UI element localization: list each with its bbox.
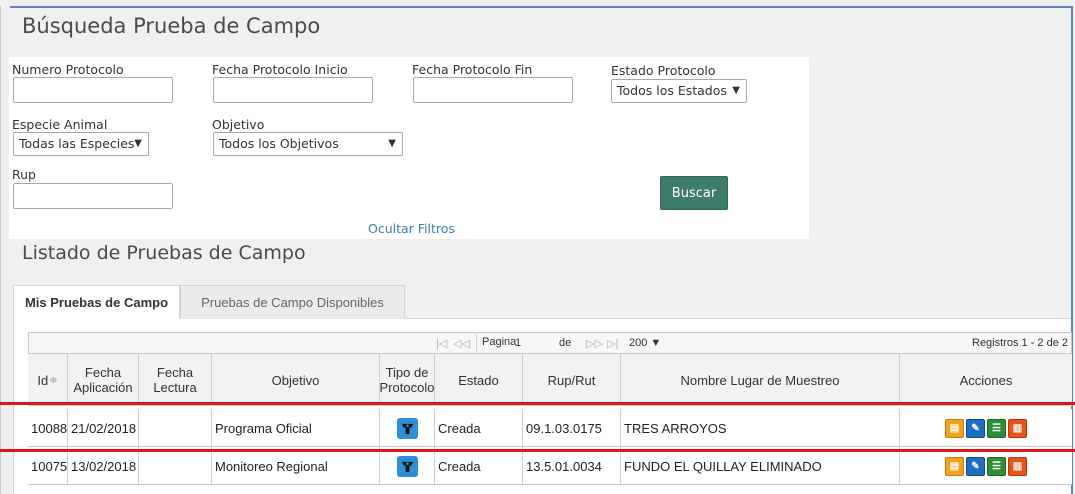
fecha-inicio-label: Fecha Protocolo Inicio (212, 62, 348, 77)
cell-rup: 09.1.03.0175 (523, 409, 621, 447)
cell-estado: Creada (435, 447, 523, 485)
numero-protocolo-input[interactable] (13, 77, 173, 103)
cell-tipo-protocolo (380, 409, 435, 447)
cell-objetivo: Monitoreo Regional (212, 447, 380, 485)
fecha-fin-input[interactable] (413, 77, 573, 103)
table-bottom-border (28, 484, 1072, 485)
view-icon[interactable]: ☰ (987, 418, 1006, 438)
dropdown-arrow-icon: ▼ (388, 138, 396, 149)
especie-animal-label: Especie Animal (12, 117, 108, 132)
col-lugar-header[interactable]: Nombre Lugar de Muestreo (621, 354, 900, 406)
cell-acciones: ▤ ✎ ☰ ▥ (900, 409, 1072, 447)
estado-protocolo-value: Todos los Estados (617, 83, 727, 98)
tab-pruebas-disponibles[interactable]: Pruebas de Campo Disponibles (180, 285, 405, 320)
fecha-inicio-input[interactable] (213, 77, 373, 103)
page-title: Búsqueda Prueba de Campo (22, 14, 321, 38)
col-acciones-header: Acciones (959, 372, 1013, 388)
cell-rup: 13.5.01.0034 (523, 447, 621, 485)
cell-fecha-aplicacion: 13/02/2018 (68, 447, 139, 485)
highlight-line-top (0, 402, 1075, 405)
page-size-value: 200 (629, 337, 648, 349)
cell-fecha-lectura (139, 409, 212, 447)
cell-lugar: TRES ARROYOS (621, 409, 900, 447)
table-row: 10088 21/02/2018 Programa Oficial Creada… (28, 409, 1072, 447)
cell-fecha-aplicacion: 21/02/2018 (68, 409, 139, 447)
pager: |◁ ◁◁ Pagina 1 de ▷▷ ▷| 200 ▼ Registros … (28, 332, 1072, 354)
col-id-header[interactable]: Id ≑ (28, 354, 68, 406)
buscar-button[interactable]: Buscar (660, 176, 728, 210)
highlight-line-bottom (0, 449, 1075, 452)
tabs-bar: Mis Pruebas de Campo Pruebas de Campo Di… (13, 285, 1071, 320)
rup-input[interactable] (13, 183, 173, 209)
sort-icon: ≑ (49, 374, 58, 386)
col-tipo-protocolo-header[interactable]: Tipo de Protocolo (380, 354, 435, 406)
frame-top-border (10, 6, 1073, 8)
grid-header: Id ≑ Fecha Aplicación Fecha Lectura Objet… (28, 354, 1072, 406)
page-label: Pagina (476, 334, 518, 352)
next-page-icon[interactable]: ▷▷ (586, 337, 603, 350)
protocol-type-icon[interactable] (396, 455, 418, 477)
numero-protocolo-label: Numero Protocolo (12, 62, 124, 77)
pdf-icon[interactable]: ▤ (945, 418, 964, 438)
col-estado-header[interactable]: Estado (435, 354, 523, 406)
cell-fecha-lectura (139, 447, 212, 485)
page-number[interactable]: 1 (515, 337, 521, 349)
col-fecha-aplicacion-header[interactable]: Fecha Aplicación (68, 354, 139, 406)
page-size-select[interactable]: 200 ▼ (629, 337, 661, 349)
col-id-label: Id (37, 372, 49, 388)
especie-animal-value: Todas las Especies (19, 136, 135, 151)
especie-animal-select[interactable]: Todas las Especies ▼ (13, 132, 149, 156)
protocol-type-icon[interactable] (396, 417, 418, 439)
pdf-icon[interactable]: ▤ (945, 456, 964, 476)
tab-mis-pruebas[interactable]: Mis Pruebas de Campo (13, 285, 180, 320)
list-title: Listado de Pruebas de Campo (22, 242, 306, 264)
delete-icon[interactable]: ▥ (1008, 418, 1027, 438)
estado-protocolo-label: Estado Protocolo (611, 63, 716, 78)
cell-objetivo: Programa Oficial (212, 409, 380, 447)
last-page-icon[interactable]: ▷| (607, 337, 618, 350)
objetivo-select[interactable]: Todos los Objetivos ▼ (213, 132, 403, 156)
first-page-icon[interactable]: |◁ (436, 337, 447, 350)
col-rup-header[interactable]: Rup/Rut (523, 354, 621, 406)
of-label: de (559, 337, 572, 349)
dropdown-arrow-icon: ▼ (732, 85, 740, 96)
prev-page-icon[interactable]: ◁◁ (453, 337, 470, 350)
hide-filters-link[interactable]: Ocultar Filtros (368, 221, 455, 236)
cell-estado: Creada (435, 409, 523, 447)
col-objetivo-header[interactable]: Objetivo (212, 354, 380, 406)
dropdown-arrow-icon: ▼ (650, 337, 662, 349)
cell-lugar: FUNDO EL QUILLAY ELIMINADO (621, 447, 900, 485)
frame-left-border (0, 6, 1, 494)
objetivo-label: Objetivo (212, 117, 265, 132)
estado-protocolo-select[interactable]: Todos los Estados ▼ (611, 79, 747, 103)
cell-tipo-protocolo (380, 447, 435, 485)
cell-id: 10088 (28, 409, 68, 447)
table-row: 10075 13/02/2018 Monitoreo Regional Crea… (28, 447, 1072, 485)
objetivo-value: Todos los Objetivos (219, 136, 339, 151)
col-fecha-lectura-header[interactable]: Fecha Lectura (139, 354, 212, 406)
edit-icon[interactable]: ✎ (966, 456, 985, 476)
edit-icon[interactable]: ✎ (966, 418, 985, 438)
cell-id: 10075 (28, 447, 68, 485)
records-count: Registros 1 - 2 de 2 (972, 337, 1068, 349)
fecha-fin-label: Fecha Protocolo Fin (412, 62, 533, 77)
view-icon[interactable]: ☰ (987, 456, 1006, 476)
dropdown-arrow-icon: ▼ (134, 138, 142, 149)
cell-acciones: ▤ ✎ ☰ ▥ (900, 447, 1072, 485)
delete-icon[interactable]: ▥ (1008, 456, 1027, 476)
rup-label: Rup (12, 167, 36, 182)
